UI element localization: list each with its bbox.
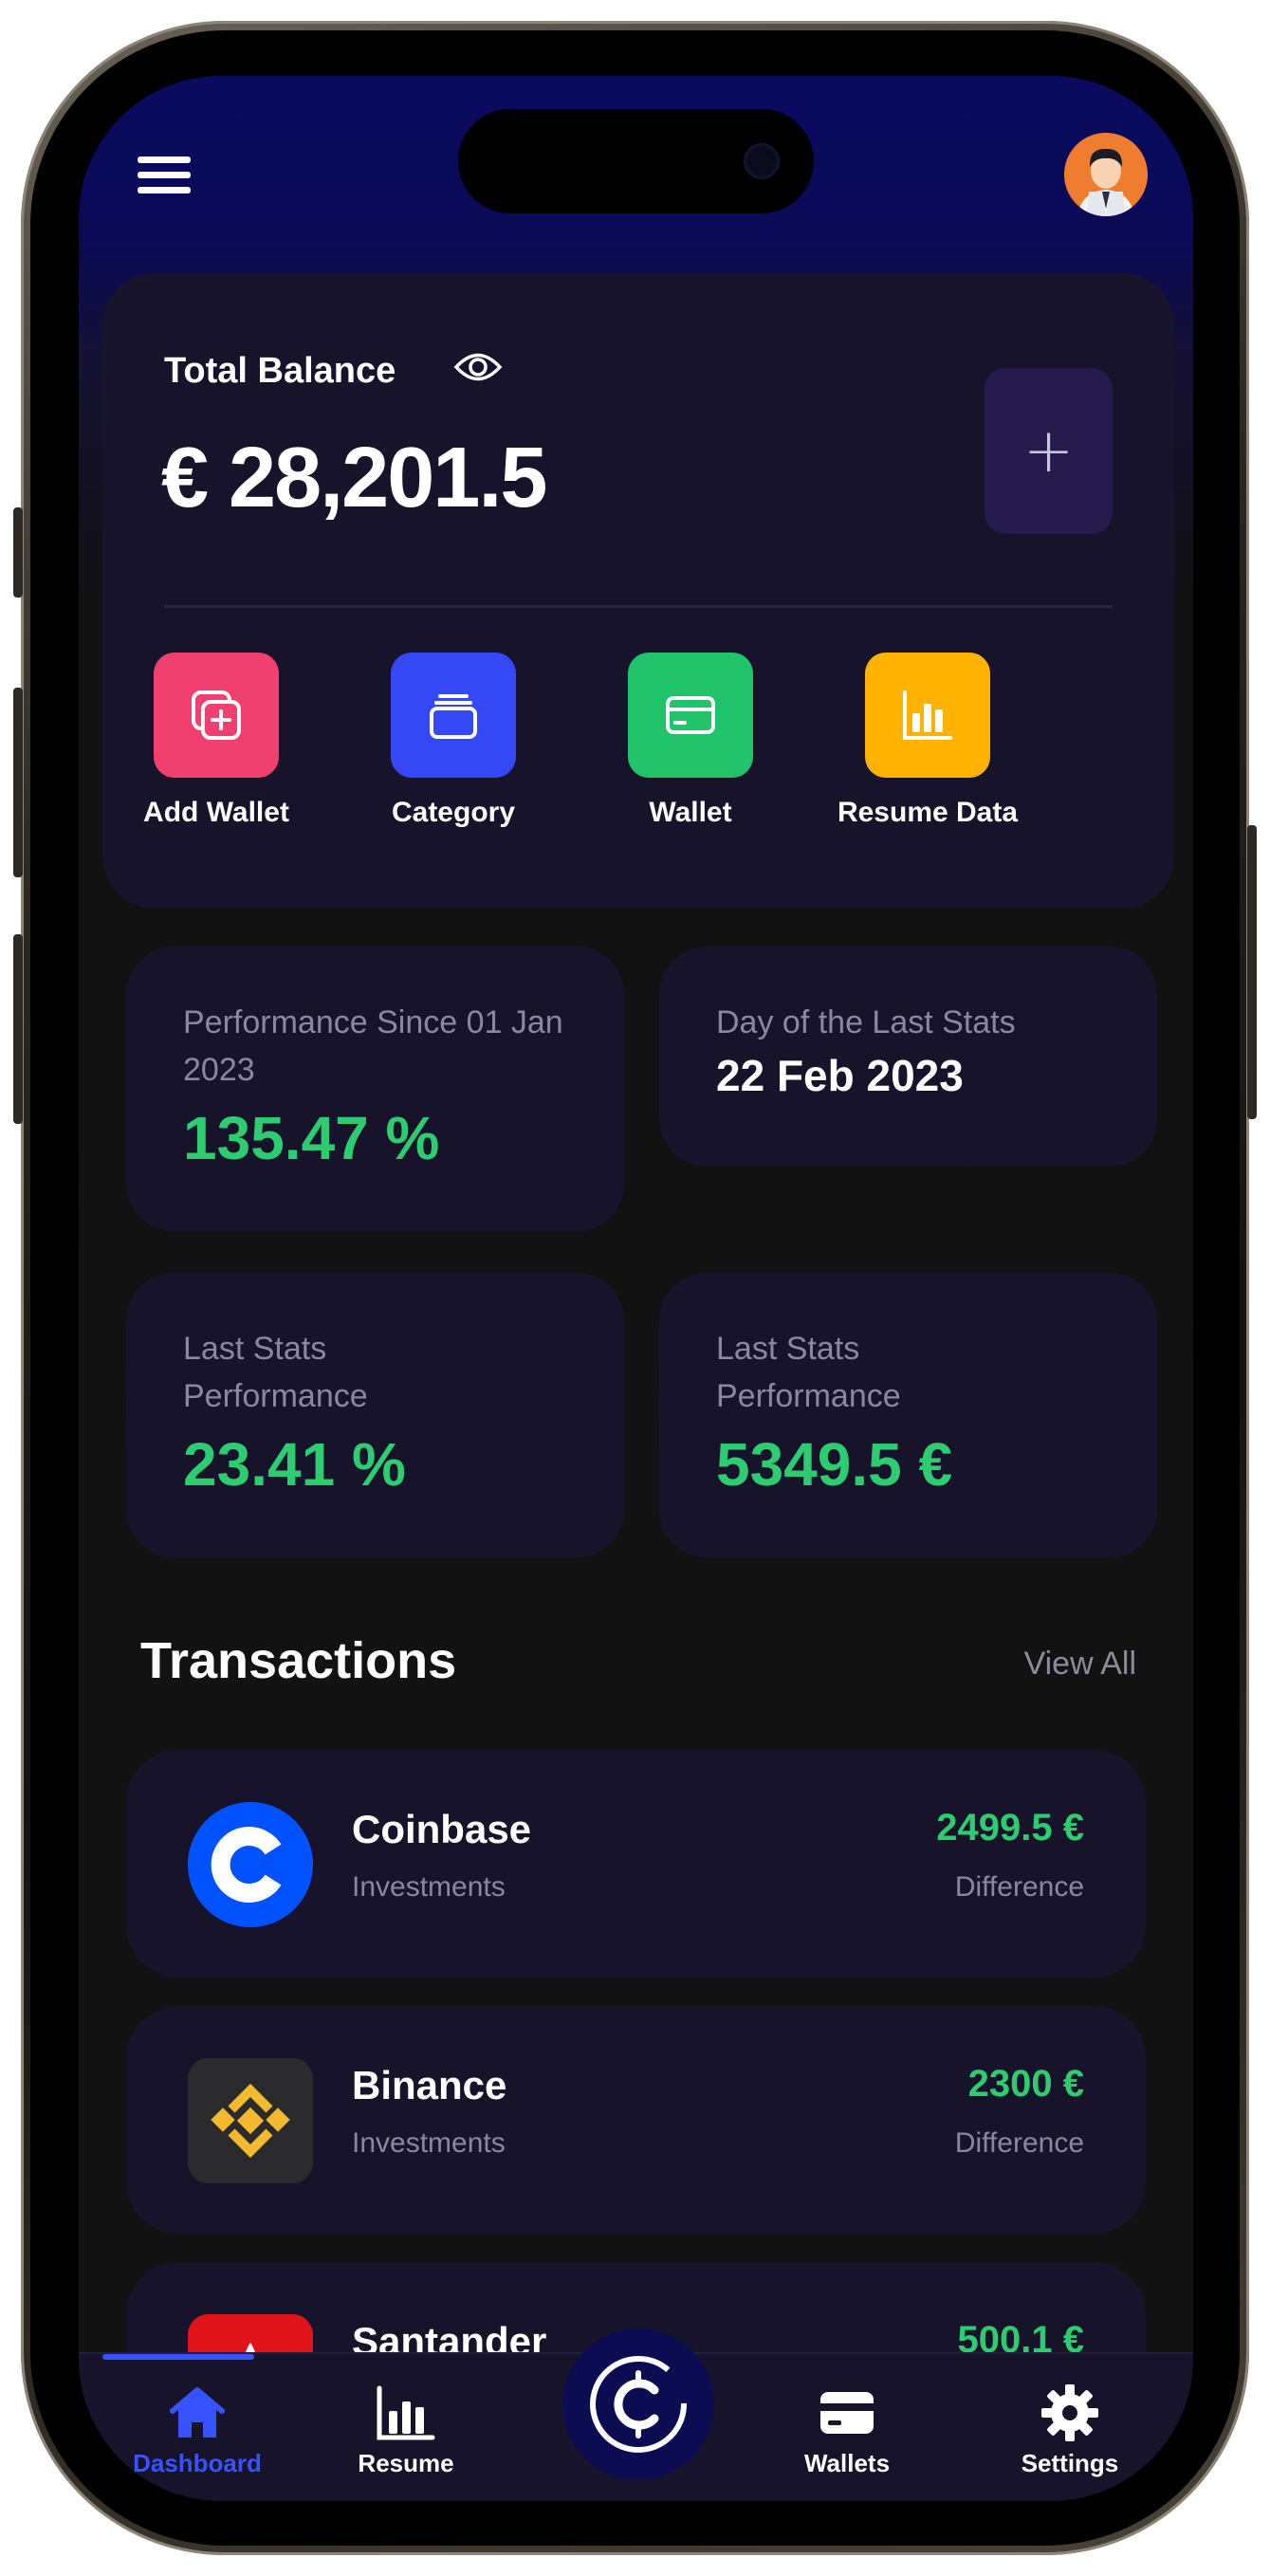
stat-title: Last Stats Performance <box>716 1331 901 1414</box>
transaction-amount-label: Difference <box>954 1871 1084 1903</box>
action-button <box>13 507 23 598</box>
stat-title: Last Stats Performance <box>183 1331 368 1414</box>
stat-value: 23.41 % <box>183 1430 406 1499</box>
total-balance-amount: € 28,201.5 <box>161 431 547 525</box>
nav-label: Dashboard <box>133 2449 262 2477</box>
stat-title: Day of the Last Stats <box>716 1004 1016 1040</box>
wallet-button[interactable]: Wallet <box>586 653 795 829</box>
add-wallet-label: Add Wallet <box>143 797 289 828</box>
plus-icon[interactable]: + <box>985 368 1113 534</box>
volume-up-button <box>13 688 23 877</box>
app-screen: Total Balance € 28,201.5 + Add Wallet Ca… <box>79 76 1193 2501</box>
category-icon <box>391 653 516 778</box>
stat-last-performance-percent: Last Stats Performance 23.41 % <box>126 1273 624 1557</box>
total-balance-label: Total Balance <box>164 351 396 391</box>
transaction-name: Binance <box>352 2063 507 2107</box>
gear-icon <box>975 2383 1165 2443</box>
nav-label: Resume <box>358 2449 454 2477</box>
nav-label: Settings <box>1021 2449 1119 2477</box>
hamburger-menu-icon[interactable] <box>138 156 191 194</box>
stat-last-day: Day of the Last Stats 22 Feb 2023 <box>659 947 1157 1167</box>
eye-icon[interactable] <box>453 349 503 385</box>
transaction-category: Investments <box>352 1871 506 1903</box>
add-wallet-button[interactable]: Add Wallet <box>112 653 321 829</box>
resume-data-button[interactable]: Resume Data <box>823 653 1032 829</box>
category-button[interactable]: Category <box>349 653 558 829</box>
transaction-item[interactable]: Coinbase Investments 2499.5 € Difference <box>126 1750 1146 1978</box>
stat-last-performance-euro: Last Stats Performance 5349.5 € <box>659 1273 1157 1557</box>
dynamic-island <box>458 109 814 213</box>
bar-chart-icon <box>311 2383 501 2443</box>
nav-dashboard[interactable]: Dashboard <box>102 2383 292 2478</box>
transaction-item[interactable]: Binance Investments 2300 € Difference <box>126 2006 1146 2234</box>
nav-label: Wallets <box>803 2449 891 2477</box>
nav-resume[interactable]: Resume <box>311 2383 501 2478</box>
stat-value: 22 Feb 2023 <box>716 1051 964 1100</box>
transaction-amount: 2499.5 € <box>936 1807 1084 1849</box>
binance-logo <box>188 2058 313 2183</box>
power-button <box>1247 825 1257 1119</box>
transaction-name: Coinbase <box>352 1807 532 1851</box>
nav-active-indicator <box>102 2354 254 2360</box>
transaction-amount-label: Difference <box>954 2127 1084 2159</box>
stat-title: Performance Since 01 Jan 2023 <box>183 1004 563 1088</box>
transactions-title: Transactions <box>140 1632 457 1689</box>
nav-wallets[interactable]: Wallets <box>752 2383 942 2478</box>
wallet-card-icon <box>752 2383 942 2443</box>
volume-down-button <box>13 934 23 1124</box>
stat-value: 135.47 % <box>183 1104 440 1172</box>
coinbase-logo <box>188 1802 313 1927</box>
bar-chart-icon <box>865 653 990 778</box>
divider <box>164 605 1113 608</box>
resume-data-label: Resume Data <box>837 797 1019 828</box>
user-avatar[interactable] <box>1064 133 1148 216</box>
view-all-link[interactable]: View All <box>1024 1646 1136 1683</box>
transaction-category: Investments <box>352 2127 506 2159</box>
transaction-amount: 2300 € <box>967 2063 1084 2105</box>
nav-settings[interactable]: Settings <box>975 2383 1165 2478</box>
wallet-label: Wallet <box>649 797 732 828</box>
balance-card: Total Balance € 28,201.5 + Add Wallet Ca… <box>102 273 1174 909</box>
stat-value: 5349.5 € <box>716 1430 953 1499</box>
app-logo-icon[interactable] <box>562 2328 714 2480</box>
stat-performance-since: Performance Since 01 Jan 2023 135.47 % <box>126 947 624 1231</box>
category-label: Category <box>391 797 516 828</box>
home-icon <box>102 2383 292 2443</box>
wallet-card-icon <box>628 653 753 778</box>
add-wallet-icon <box>154 653 279 778</box>
